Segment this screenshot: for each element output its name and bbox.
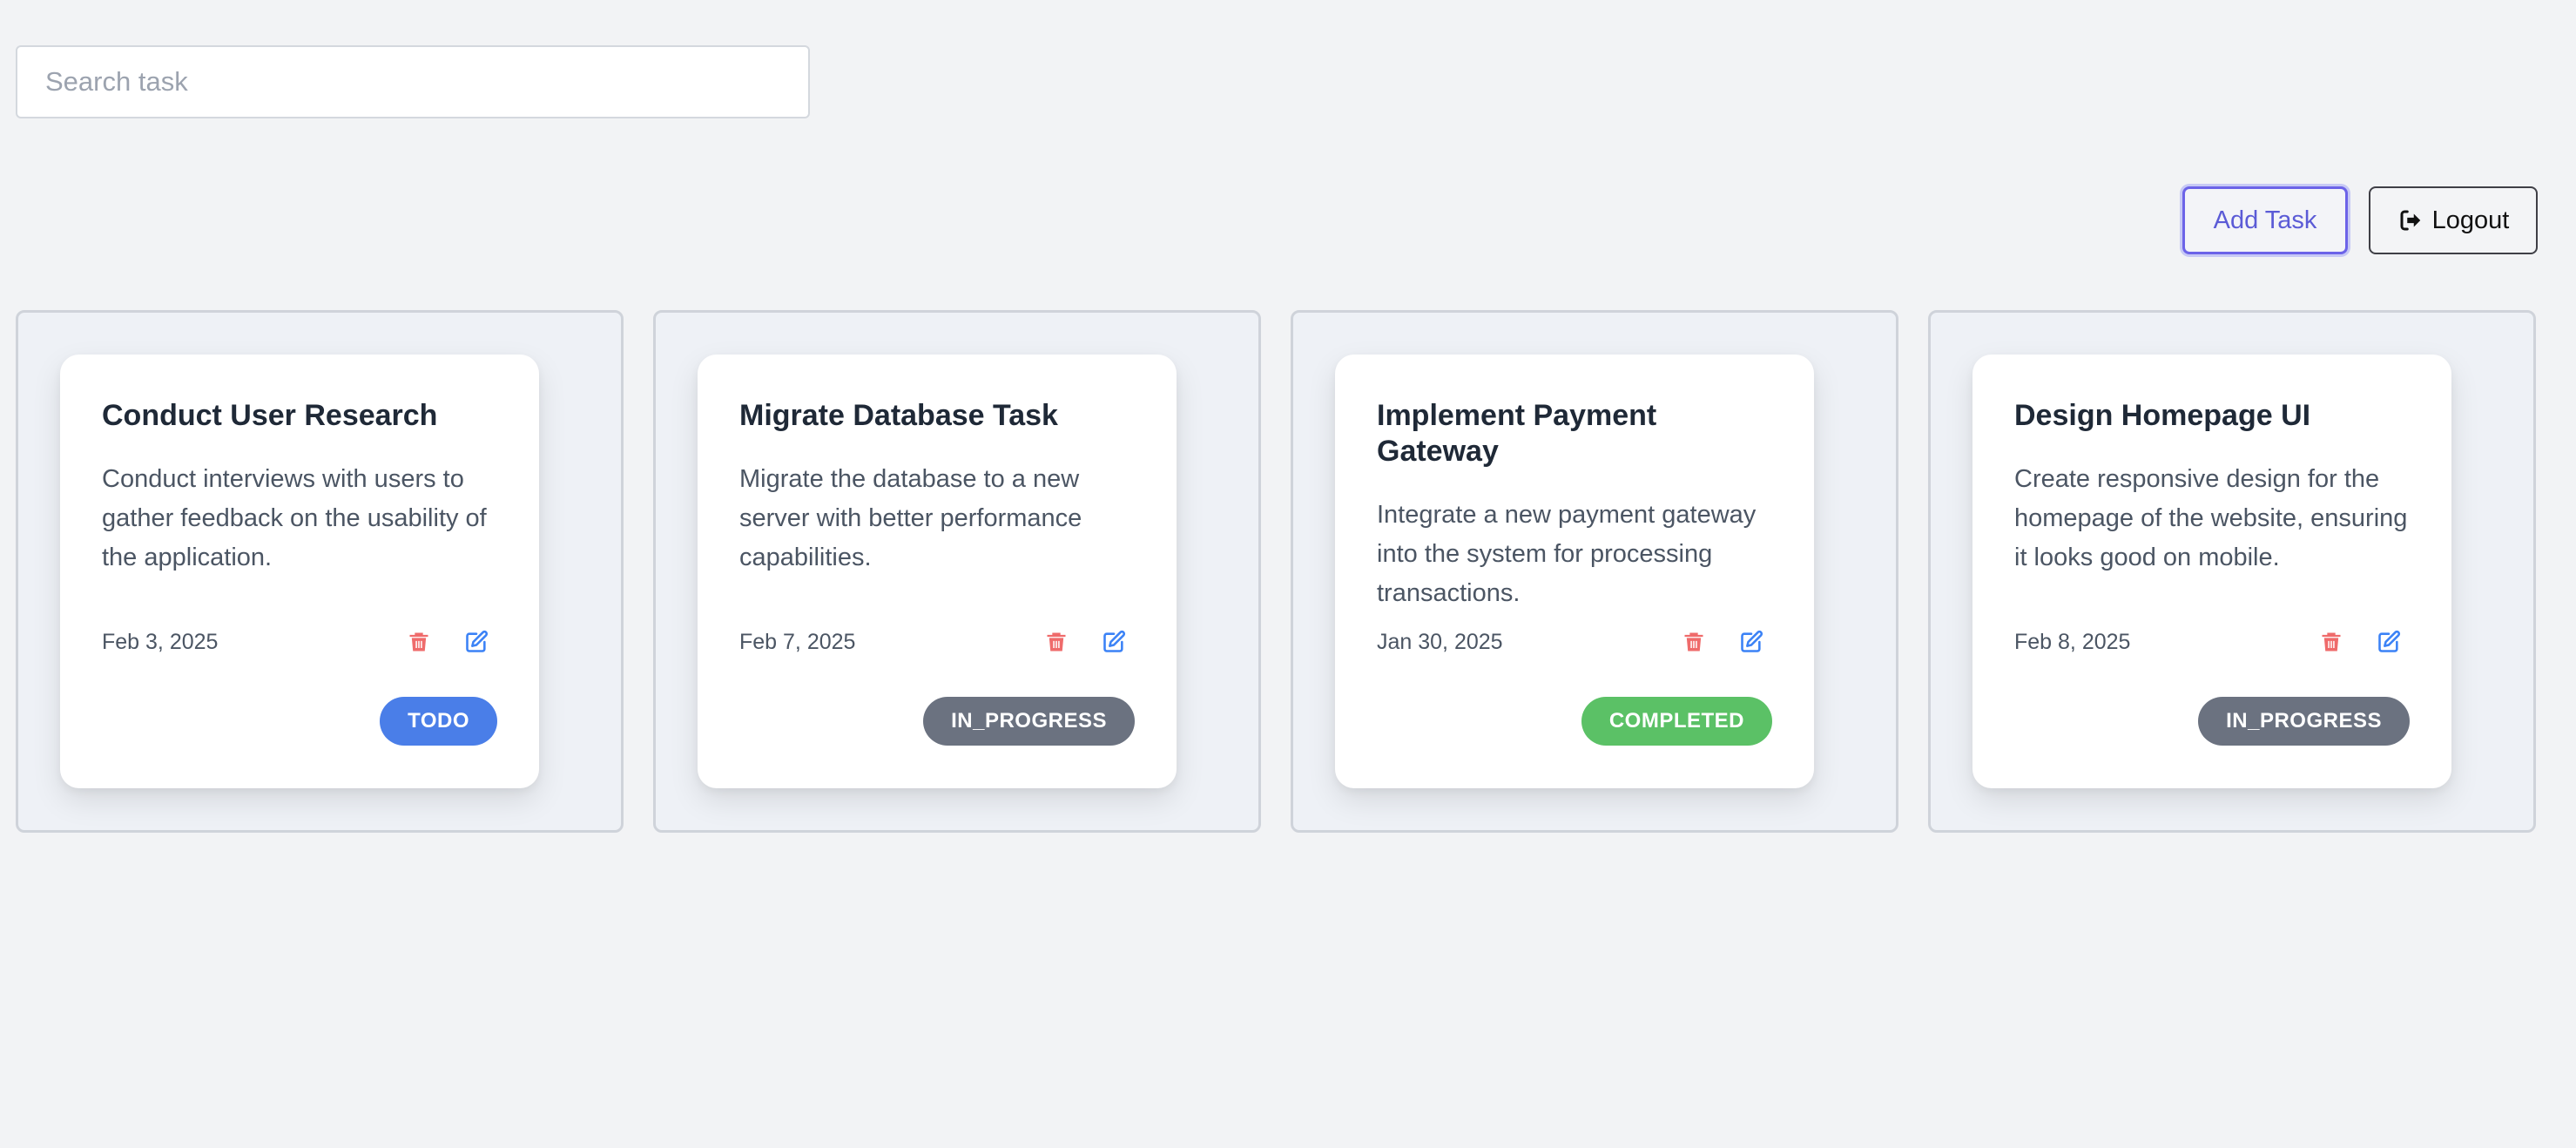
task-description: Integrate a new payment gateway into the… [1377,500,1757,607]
task-actions [1682,630,1772,654]
task-meta: Feb 8, 2025 [2014,625,2410,659]
task-actions [1044,630,1135,654]
task-description: Conduct interviews with users to gather … [102,464,487,571]
trash-icon[interactable] [407,630,431,654]
logout-label: Logout [2431,206,2510,234]
task-column: Implement Payment Gateway Integrate a ne… [1291,310,1898,833]
task-meta: Feb 7, 2025 [739,625,1135,659]
task-description: Migrate the database to a new server wit… [739,464,1082,571]
task-date: Feb 8, 2025 [2014,629,2131,654]
trash-icon[interactable] [1044,630,1069,654]
task-column: Migrate Database Task Migrate the databa… [653,310,1261,833]
task-date: Feb 3, 2025 [102,629,219,654]
edit-icon[interactable] [1739,630,1763,654]
edit-icon[interactable] [464,630,489,654]
task-card[interactable]: Implement Payment Gateway Integrate a ne… [1335,355,1814,788]
task-card[interactable]: Design Homepage UI Create responsive des… [1972,355,2451,788]
status-badge: IN_PROGRESS [923,697,1135,746]
edit-icon[interactable] [2377,630,2401,654]
trash-icon[interactable] [1682,630,1706,654]
search-input[interactable] [16,45,810,118]
task-date: Feb 7, 2025 [739,629,856,654]
task-card[interactable]: Migrate Database Task Migrate the databa… [698,355,1177,788]
add-task-button[interactable]: Add Task [2182,186,2348,254]
status-badge: IN_PROGRESS [2198,697,2410,746]
task-column: Conduct User Research Conduct interviews… [16,310,624,833]
sign-out-icon [2397,207,2424,233]
status-badge: TODO [380,697,497,746]
task-title: Migrate Database Task [739,399,1058,432]
toolbar: Add Task Logout [2182,186,2538,254]
task-board-page: Add Task Logout Conduct User Research Co… [0,0,2576,1148]
task-column: Design Homepage UI Create responsive des… [1928,310,2536,833]
task-description: Create responsive design for the homepag… [2014,464,2408,571]
logout-button[interactable]: Logout [2369,186,2538,254]
task-actions [2319,630,2410,654]
task-title: Implement Payment Gateway [1377,399,1657,468]
status-badge: COMPLETED [1581,697,1772,746]
trash-icon[interactable] [2319,630,2343,654]
task-card[interactable]: Conduct User Research Conduct interviews… [60,355,539,788]
task-meta: Feb 3, 2025 [102,625,497,659]
task-title: Design Homepage UI [2014,399,2311,432]
task-columns: Conduct User Research Conduct interviews… [16,310,2536,833]
task-date: Jan 30, 2025 [1377,629,1503,654]
task-actions [407,630,497,654]
task-title: Conduct User Research [102,399,438,432]
task-meta: Jan 30, 2025 [1377,625,1772,659]
edit-icon[interactable] [1102,630,1126,654]
